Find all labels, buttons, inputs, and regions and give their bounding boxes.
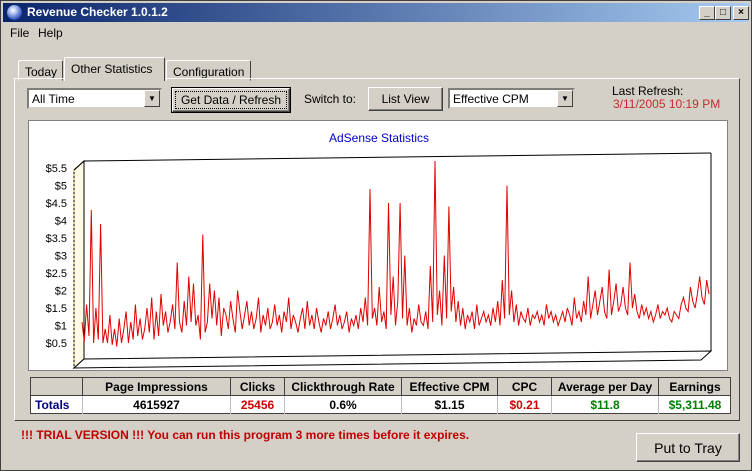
tab-other-statistics[interactable]: Other Statistics (64, 57, 165, 81)
menu-help[interactable]: Help (38, 26, 63, 40)
clicks-value: 25456 (231, 396, 285, 414)
plot-left-wall (73, 159, 85, 370)
clickthrough-rate-value: 0.6% (285, 396, 402, 414)
app-icon[interactable] (7, 5, 22, 20)
cpc-value: $0.21 (498, 396, 552, 414)
table-header-blank (31, 378, 83, 396)
average-per-day-value: $11.8 (552, 396, 659, 414)
chevron-down-icon[interactable]: ▼ (144, 90, 160, 107)
y-tick-label: $5 (55, 181, 67, 193)
list-view-button[interactable]: List View (368, 87, 443, 111)
last-refresh-value: 3/11/2005 10:19 PM (613, 97, 721, 111)
table-header-page-impressions: Page Impressions (83, 378, 231, 396)
put-to-tray-button[interactable]: Put to Tray (636, 433, 740, 462)
y-tick-label: $4 (55, 216, 67, 228)
y-tick-label: $3 (55, 251, 67, 263)
switch-to-label: Switch to: (304, 92, 357, 106)
table-header-earnings: Earnings (669, 380, 721, 394)
minimize-button[interactable]: _ (699, 6, 715, 20)
title-bar[interactable]: Revenue Checker 1.0.1.2 _ □ × (3, 3, 749, 22)
y-tick-label: $2.5 (46, 268, 67, 280)
earnings-value: $5,311.48 (668, 398, 722, 412)
period-select[interactable]: All Time ▼ (27, 88, 162, 109)
period-select-value: All Time (32, 92, 75, 106)
table-header-clicks: Clicks (231, 378, 285, 396)
y-tick-label: $5.5 (46, 163, 67, 175)
table-header-cpc: CPC (498, 378, 552, 396)
maximize-button[interactable]: □ (715, 6, 731, 20)
app-window: Revenue Checker 1.0.1.2 _ □ × File Help … (0, 0, 752, 471)
statistics-table: Page Impressions Clicks Clickthrough Rat… (30, 377, 731, 414)
metric-select[interactable]: Effective CPM ▼ (448, 88, 575, 109)
adsense-chart: AdSense Statistics $0.5 $1 $1.5 $2 $2.5 $3 $3.… (28, 120, 728, 371)
y-tick-label: $4.5 (46, 198, 67, 210)
trial-notice: !!! TRIAL VERSION !!! You can run this p… (21, 428, 470, 442)
y-tick-label: $3.5 (46, 233, 67, 245)
table-header-effective-cpm: Effective CPM (402, 378, 498, 396)
last-refresh-label: Last Refresh: (612, 84, 684, 98)
y-axis-ticks: $0.5 $1 $1.5 $2 $2.5 $3 $3.5 $4 $4.5 $5 $5.5 (46, 163, 67, 350)
close-button[interactable]: × (733, 6, 749, 20)
chevron-down-icon[interactable]: ▼ (557, 90, 573, 107)
y-tick-label: $1 (55, 321, 67, 333)
effective-cpm-value: $1.15 (402, 396, 498, 414)
table-header-average-per-day: Average per Day (552, 378, 659, 396)
chart-title: AdSense Statistics (329, 131, 429, 145)
y-tick-label: $2 (55, 286, 67, 298)
metric-select-value: Effective CPM (453, 92, 529, 106)
menu-file[interactable]: File (10, 26, 29, 40)
table-row-label: Totals (31, 396, 83, 414)
chart-svg: AdSense Statistics $0.5 $1 $1.5 $2 $2.5 $3 $3.… (46, 131, 713, 370)
y-tick-label: $1.5 (46, 303, 67, 315)
y-tick-label: $0.5 (46, 338, 67, 350)
menu-bar: File Help (3, 23, 749, 42)
get-data-refresh-button[interactable]: Get Data / Refresh (171, 87, 291, 113)
window-title: Revenue Checker 1.0.1.2 (27, 5, 168, 19)
refresh-button-label: Get Data / Refresh (175, 91, 287, 109)
plot-area (84, 153, 711, 359)
page-impressions-value: 4615927 (83, 396, 231, 414)
table-header-clickthrough-rate: Clickthrough Rate (285, 378, 402, 396)
